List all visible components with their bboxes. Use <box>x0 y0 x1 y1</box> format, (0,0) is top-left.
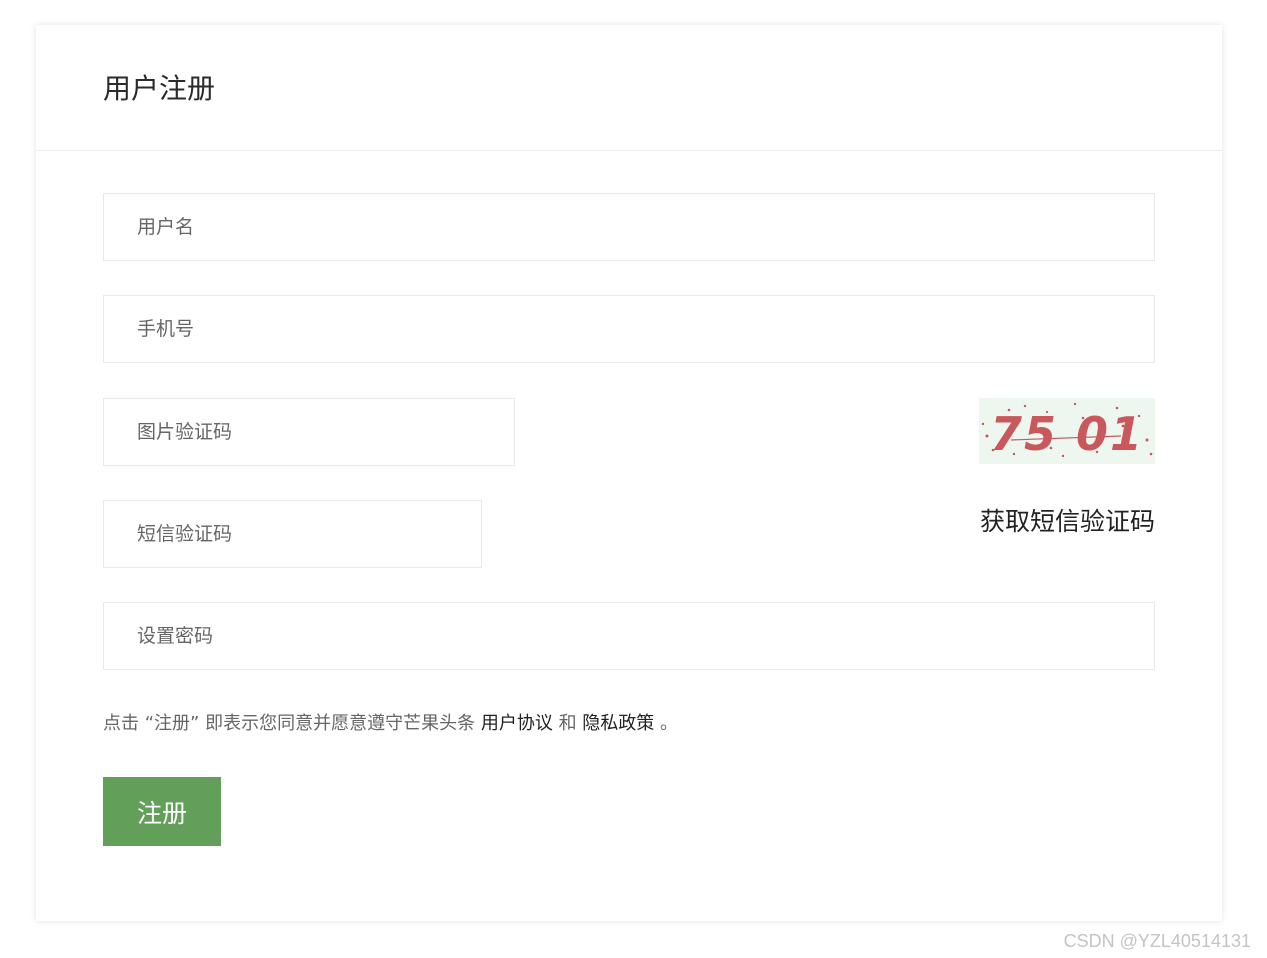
agreement-text: 点击 “注册” 即表示您同意并愿意遵守芒果头条 用户协议 和 隐私政策 。 <box>103 709 678 739</box>
captcha-text: 75 01 <box>990 407 1144 461</box>
username-input[interactable] <box>104 194 1154 260</box>
captcha-image[interactable]: 75 01 <box>979 398 1155 464</box>
sms-code-field <box>103 500 482 568</box>
privacy-policy-link[interactable]: 隐私政策 <box>582 713 654 734</box>
image-code-field <box>103 398 515 466</box>
agreement-suffix: 。 <box>660 713 679 734</box>
agreement-and: 和 <box>558 713 577 734</box>
get-sms-code-button[interactable]: 获取短信验证码 <box>966 502 1155 542</box>
agreement-prefix: 点击 “注册” 即表示您同意并愿意遵守芒果头条 <box>103 713 476 734</box>
image-code-input[interactable] <box>104 399 514 465</box>
sms-code-input[interactable] <box>104 501 481 567</box>
phone-input[interactable] <box>104 296 1154 362</box>
password-input[interactable] <box>104 603 1154 669</box>
watermark: CSDN @YZL40514131 <box>1063 931 1251 951</box>
captcha-graphic: 75 01 <box>981 402 1153 461</box>
username-field <box>103 193 1155 261</box>
register-button[interactable]: 注册 <box>103 777 221 846</box>
user-agreement-link[interactable]: 用户协议 <box>481 713 553 734</box>
password-field <box>103 602 1155 670</box>
phone-field <box>103 295 1155 363</box>
register-card: 用户注册 75 01 获取短信验证码 <box>36 25 1222 921</box>
card-header: 用户注册 <box>36 25 1222 151</box>
page-title: 用户注册 <box>103 72 216 105</box>
